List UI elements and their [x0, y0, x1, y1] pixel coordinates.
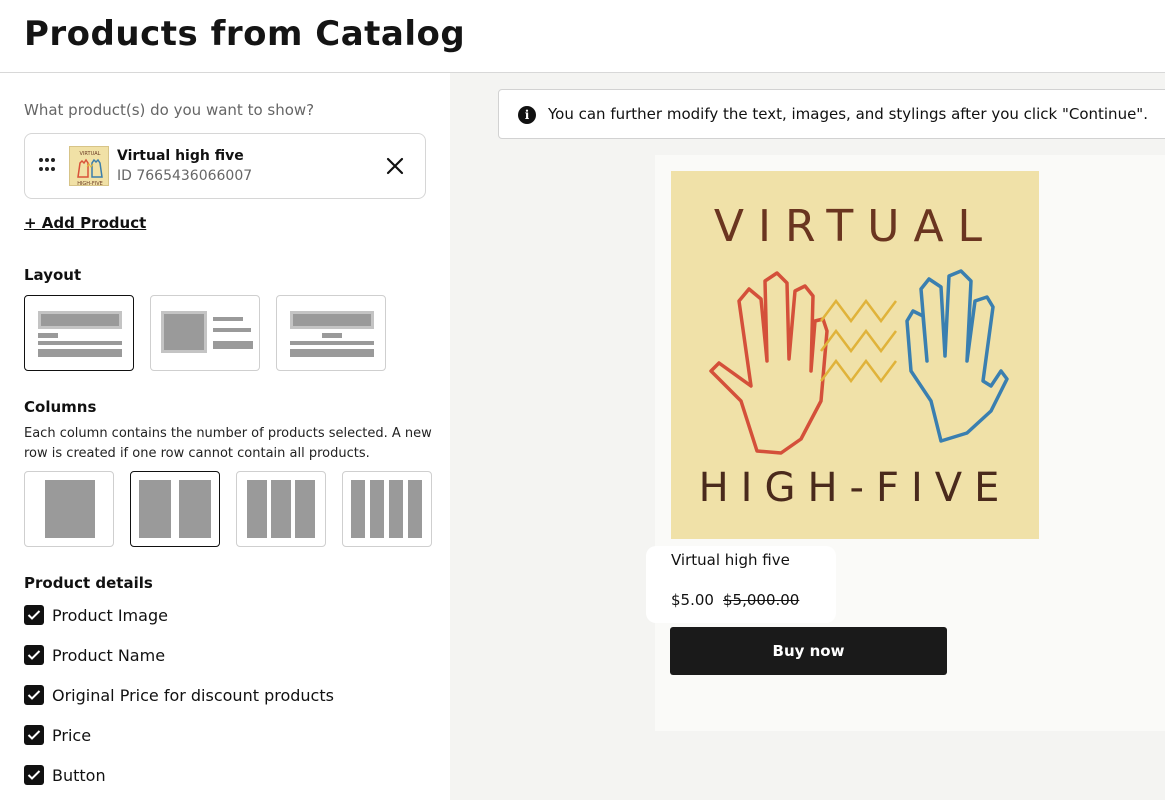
columns-option-2[interactable]: [130, 471, 220, 547]
product-thumbnail: VIRTUAL HIGH-FIVE: [69, 146, 109, 186]
product-preview-card: VIRTUAL HIGH-FIVE Virtual high five $5.0…: [646, 155, 1165, 731]
page-header: Products from Catalog: [0, 0, 1165, 73]
info-banner: i You can further modify the text, image…: [498, 89, 1165, 139]
columns-option-1[interactable]: [24, 471, 114, 547]
checkbox-button[interactable]: Button: [24, 764, 106, 786]
page-title: Products from Catalog: [24, 14, 466, 54]
product-details-label: Product details: [24, 574, 153, 592]
checkbox-product-name[interactable]: Product Name: [24, 644, 165, 666]
checkbox-product-image[interactable]: Product Image: [24, 604, 168, 626]
checkbox-label: Button: [52, 765, 106, 785]
preview-product-name: Virtual high five: [671, 551, 790, 569]
checkbox-checked-icon: [24, 605, 44, 625]
selected-product-card[interactable]: VIRTUAL HIGH-FIVE Virtual high five ID 7…: [24, 133, 426, 199]
info-text: You can further modify the text, images,…: [548, 105, 1148, 123]
columns-description: Each column contains the number of produ…: [24, 426, 432, 461]
selected-product-name: Virtual high five: [117, 148, 244, 164]
checkbox-label: Product Name: [52, 645, 166, 665]
svg-text:HIGH-FIVE: HIGH-FIVE: [77, 181, 103, 186]
preview-original-price: $5,000.00: [723, 591, 800, 609]
layout-option-stacked[interactable]: [24, 295, 134, 371]
checkbox-checked-icon: [24, 685, 44, 705]
layout-option-centered[interactable]: [276, 295, 386, 371]
preview-price: $5.00: [671, 591, 714, 609]
svg-text:VIRTUAL: VIRTUAL: [80, 151, 101, 157]
image-text-top: VIRTUAL: [714, 201, 996, 252]
checkbox-label: Product Image: [52, 605, 168, 625]
close-icon[interactable]: [385, 154, 405, 178]
columns-label: Columns: [24, 398, 97, 416]
columns-option-3[interactable]: [236, 471, 326, 547]
layout-label: Layout: [24, 266, 82, 284]
checkbox-price[interactable]: Price: [24, 724, 91, 746]
add-product-link[interactable]: + Add Product: [24, 214, 146, 232]
checkbox-checked-icon: [24, 765, 44, 785]
checkbox-label: Price: [52, 725, 92, 745]
product-image: VIRTUAL HIGH-FIVE: [671, 171, 1039, 539]
columns-option-4[interactable]: [342, 471, 432, 547]
info-icon: i: [518, 106, 536, 124]
product-question: What product(s) do you want to show?: [24, 101, 315, 119]
settings-panel: What product(s) do you want to show? VIR…: [0, 73, 450, 800]
preview-panel: i You can further modify the text, image…: [450, 73, 1165, 800]
checkbox-checked-icon: [24, 725, 44, 745]
image-text-bottom: HIGH-FIVE: [699, 465, 1012, 511]
drag-handle-icon[interactable]: [39, 158, 57, 172]
layout-option-side-by-side[interactable]: [150, 295, 260, 371]
buy-now-button[interactable]: Buy now: [670, 627, 947, 675]
selected-product-id: ID 7665436066007: [117, 168, 253, 184]
checkbox-original-price[interactable]: Original Price for discount products: [24, 684, 334, 706]
checkbox-checked-icon: [24, 645, 44, 665]
checkbox-label: Original Price for discount products: [52, 685, 334, 705]
